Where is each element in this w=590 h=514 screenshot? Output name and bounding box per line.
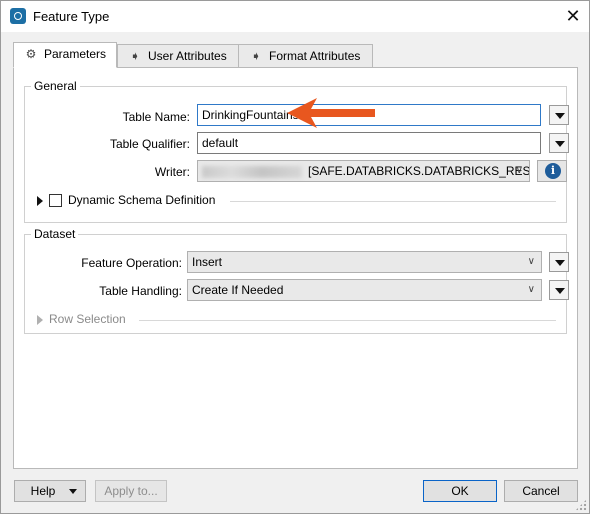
expand-triangle-icon: [37, 195, 43, 206]
help-button[interactable]: Help: [14, 480, 86, 502]
tab-user-attributes-label: User Attributes: [148, 49, 227, 63]
chevron-down-icon: ∨: [527, 256, 535, 267]
table-qualifier-label: Table Qualifier:: [109, 137, 190, 151]
dataset-group: Dataset Feature Operation: Insert ∨ Tabl…: [24, 227, 569, 334]
row-selection-section[interactable]: Row Selection: [37, 312, 126, 326]
annotation-arrow-icon: [287, 98, 375, 128]
expand-triangle-icon: [37, 314, 43, 325]
feature-operation-select[interactable]: Insert ∨: [187, 251, 542, 273]
dynamic-schema-checkbox[interactable]: [49, 194, 62, 208]
divider: [230, 201, 556, 202]
tab-parameters-label: Parameters: [44, 47, 107, 61]
dynamic-schema-label: Dynamic Schema Definition: [68, 193, 216, 207]
tab-format-attributes-label: Format Attributes: [269, 49, 361, 63]
app-icon: [10, 8, 26, 24]
cancel-button[interactable]: Cancel: [504, 480, 578, 502]
table-handling-value: Create If Needed: [192, 283, 284, 297]
tab-parameters[interactable]: ⚙ Parameters: [13, 42, 117, 68]
divider: [139, 320, 556, 321]
apply-to-button[interactable]: Apply to...: [95, 480, 167, 502]
table-name-label: Table Name:: [122, 110, 190, 124]
general-group-title: General: [31, 79, 80, 93]
feature-operation-label: Feature Operation:: [81, 256, 182, 270]
writer-value: [SAFE.DATABRICKS.DATABRICKS_REST: [308, 164, 530, 178]
writer-select[interactable]: [SAFE.DATABRICKS.DATABRICKS_REST ∨: [197, 160, 530, 182]
caret-down-icon: [69, 489, 77, 494]
dynamic-schema-section[interactable]: Dynamic Schema Definition: [37, 193, 216, 208]
chevron-down-icon: ∨: [515, 165, 523, 176]
table-qualifier-input[interactable]: default: [197, 132, 541, 154]
arrow-tag-icon: ➧: [129, 49, 141, 63]
table-name-menu-button[interactable]: [549, 105, 569, 125]
title-bar: Feature Type ✕: [1, 1, 589, 32]
dataset-group-title: Dataset: [31, 227, 79, 241]
table-handling-menu-button[interactable]: [549, 280, 569, 300]
tab-format-attributes[interactable]: ➧ Format Attributes: [238, 44, 373, 68]
close-icon[interactable]: ✕: [557, 1, 589, 31]
table-handling-select[interactable]: Create If Needed ∨: [187, 279, 542, 301]
arrow-tag-icon: ➧: [250, 49, 262, 63]
table-qualifier-menu-button[interactable]: [549, 133, 569, 153]
writer-info-button[interactable]: i: [537, 160, 567, 182]
info-icon: i: [545, 163, 561, 179]
row-selection-label: Row Selection: [49, 312, 126, 326]
writer-redacted-text: [202, 165, 302, 178]
gear-icon: ⚙: [25, 47, 37, 61]
help-button-label: Help: [30, 484, 56, 498]
writer-label: Writer:: [154, 165, 190, 179]
feature-type-dialog: Feature Type ✕ ⚙ Parameters ➧ User Attribu…: [0, 0, 590, 514]
window-title: Feature Type: [33, 9, 110, 24]
ok-button[interactable]: OK: [423, 480, 497, 502]
feature-operation-value: Insert: [192, 255, 223, 269]
feature-operation-menu-button[interactable]: [549, 252, 569, 272]
tab-user-attributes[interactable]: ➧ User Attributes: [117, 44, 239, 68]
chevron-down-icon: ∨: [527, 284, 535, 295]
table-handling-label: Table Handling:: [99, 284, 182, 298]
